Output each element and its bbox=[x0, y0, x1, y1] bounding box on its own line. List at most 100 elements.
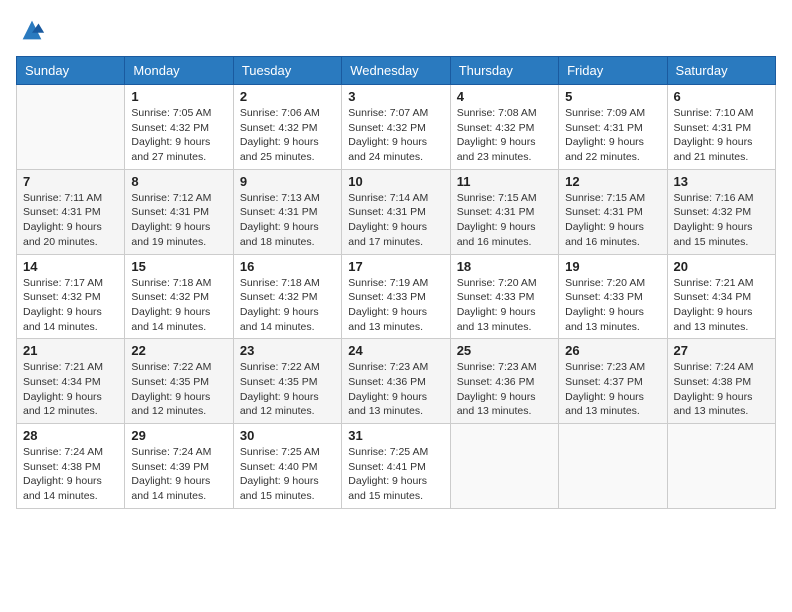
day-number: 7 bbox=[23, 174, 118, 189]
day-number: 30 bbox=[240, 428, 335, 443]
page-header bbox=[16, 16, 776, 44]
calendar-week-row: 1 Sunrise: 7:05 AMSunset: 4:32 PMDaylight… bbox=[17, 85, 776, 170]
day-info: Sunrise: 7:24 AMSunset: 4:38 PMDaylight:… bbox=[23, 445, 118, 504]
calendar-day-cell: 1 Sunrise: 7:05 AMSunset: 4:32 PMDaylight… bbox=[125, 85, 233, 170]
day-info: Sunrise: 7:08 AMSunset: 4:32 PMDaylight:… bbox=[457, 106, 552, 165]
calendar-day-cell: 8 Sunrise: 7:12 AMSunset: 4:31 PMDaylight… bbox=[125, 169, 233, 254]
day-info: Sunrise: 7:20 AMSunset: 4:33 PMDaylight:… bbox=[565, 276, 660, 335]
day-number: 4 bbox=[457, 89, 552, 104]
day-number: 13 bbox=[674, 174, 769, 189]
calendar-day-cell bbox=[450, 424, 558, 509]
column-header-tuesday: Tuesday bbox=[233, 57, 341, 85]
day-number: 2 bbox=[240, 89, 335, 104]
calendar-day-cell: 22 Sunrise: 7:22 AMSunset: 4:35 PMDayligh… bbox=[125, 339, 233, 424]
day-number: 25 bbox=[457, 343, 552, 358]
calendar-day-cell bbox=[667, 424, 775, 509]
day-info: Sunrise: 7:21 AMSunset: 4:34 PMDaylight:… bbox=[23, 360, 118, 419]
day-number: 15 bbox=[131, 259, 226, 274]
calendar-day-cell: 27Sunrise: 7:24 AMSunset: 4:38 PMDayligh… bbox=[667, 339, 775, 424]
day-number: 8 bbox=[131, 174, 226, 189]
calendar-day-cell: 31 Sunrise: 7:25 AMSunset: 4:41 PMDayligh… bbox=[342, 424, 450, 509]
day-number: 6 bbox=[674, 89, 769, 104]
day-number: 3 bbox=[348, 89, 443, 104]
day-number: 31 bbox=[348, 428, 443, 443]
calendar-day-cell bbox=[17, 85, 125, 170]
day-number: 12 bbox=[565, 174, 660, 189]
day-info: Sunrise: 7:13 AMSunset: 4:31 PMDaylight:… bbox=[240, 191, 335, 250]
calendar-day-cell: 24 Sunrise: 7:23 AMSunset: 4:36 PMDayligh… bbox=[342, 339, 450, 424]
day-number: 28 bbox=[23, 428, 118, 443]
day-number: 20 bbox=[674, 259, 769, 274]
calendar-day-cell: 6 Sunrise: 7:10 AMSunset: 4:31 PMDaylight… bbox=[667, 85, 775, 170]
day-number: 1 bbox=[131, 89, 226, 104]
day-number: 14 bbox=[23, 259, 118, 274]
calendar-day-cell: 15 Sunrise: 7:18 AMSunset: 4:32 PMDayligh… bbox=[125, 254, 233, 339]
calendar-day-cell: 29Sunrise: 7:24 AMSunset: 4:39 PMDayligh… bbox=[125, 424, 233, 509]
day-info: Sunrise: 7:24 AMSunset: 4:38 PMDaylight:… bbox=[674, 360, 769, 419]
column-header-thursday: Thursday bbox=[450, 57, 558, 85]
column-header-wednesday: Wednesday bbox=[342, 57, 450, 85]
day-info: Sunrise: 7:22 AMSunset: 4:35 PMDaylight:… bbox=[240, 360, 335, 419]
day-number: 5 bbox=[565, 89, 660, 104]
calendar-day-cell: 17 Sunrise: 7:19 AMSunset: 4:33 PMDayligh… bbox=[342, 254, 450, 339]
day-number: 18 bbox=[457, 259, 552, 274]
calendar-day-cell: 20 Sunrise: 7:21 AMSunset: 4:34 PMDayligh… bbox=[667, 254, 775, 339]
day-info: Sunrise: 7:25 AMSunset: 4:40 PMDaylight:… bbox=[240, 445, 335, 504]
day-info: Sunrise: 7:07 AMSunset: 4:32 PMDaylight:… bbox=[348, 106, 443, 165]
day-info: Sunrise: 7:25 AMSunset: 4:41 PMDaylight:… bbox=[348, 445, 443, 504]
day-info: Sunrise: 7:10 AMSunset: 4:31 PMDaylight:… bbox=[674, 106, 769, 165]
calendar-header-row: SundayMondayTuesdayWednesdayThursdayFrid… bbox=[17, 57, 776, 85]
day-number: 17 bbox=[348, 259, 443, 274]
day-info: Sunrise: 7:11 AMSunset: 4:31 PMDaylight:… bbox=[23, 191, 118, 250]
day-info: Sunrise: 7:18 AMSunset: 4:32 PMDaylight:… bbox=[131, 276, 226, 335]
column-header-monday: Monday bbox=[125, 57, 233, 85]
day-info: Sunrise: 7:21 AMSunset: 4:34 PMDaylight:… bbox=[674, 276, 769, 335]
calendar-day-cell: 13Sunrise: 7:16 AMSunset: 4:32 PMDayligh… bbox=[667, 169, 775, 254]
day-info: Sunrise: 7:15 AMSunset: 4:31 PMDaylight:… bbox=[457, 191, 552, 250]
calendar-day-cell: 30 Sunrise: 7:25 AMSunset: 4:40 PMDayligh… bbox=[233, 424, 341, 509]
calendar-day-cell bbox=[559, 424, 667, 509]
calendar-day-cell: 7 Sunrise: 7:11 AMSunset: 4:31 PMDaylight… bbox=[17, 169, 125, 254]
day-info: Sunrise: 7:12 AMSunset: 4:31 PMDaylight:… bbox=[131, 191, 226, 250]
day-info: Sunrise: 7:19 AMSunset: 4:33 PMDaylight:… bbox=[348, 276, 443, 335]
day-info: Sunrise: 7:22 AMSunset: 4:35 PMDaylight:… bbox=[131, 360, 226, 419]
calendar-day-cell: 2 Sunrise: 7:06 AMSunset: 4:32 PMDaylight… bbox=[233, 85, 341, 170]
column-header-sunday: Sunday bbox=[17, 57, 125, 85]
calendar-week-row: 7 Sunrise: 7:11 AMSunset: 4:31 PMDaylight… bbox=[17, 169, 776, 254]
day-info: Sunrise: 7:23 AMSunset: 4:36 PMDaylight:… bbox=[348, 360, 443, 419]
calendar-day-cell: 11 Sunrise: 7:15 AMSunset: 4:31 PMDayligh… bbox=[450, 169, 558, 254]
day-number: 9 bbox=[240, 174, 335, 189]
calendar-week-row: 21Sunrise: 7:21 AMSunset: 4:34 PMDayligh… bbox=[17, 339, 776, 424]
day-info: Sunrise: 7:23 AMSunset: 4:36 PMDaylight:… bbox=[457, 360, 552, 419]
calendar-day-cell: 23 Sunrise: 7:22 AMSunset: 4:35 PMDayligh… bbox=[233, 339, 341, 424]
day-info: Sunrise: 7:17 AMSunset: 4:32 PMDaylight:… bbox=[23, 276, 118, 335]
day-number: 11 bbox=[457, 174, 552, 189]
day-number: 10 bbox=[348, 174, 443, 189]
day-info: Sunrise: 7:05 AMSunset: 4:32 PMDaylight:… bbox=[131, 106, 226, 165]
day-number: 23 bbox=[240, 343, 335, 358]
calendar-day-cell: 26Sunrise: 7:23 AMSunset: 4:37 PMDayligh… bbox=[559, 339, 667, 424]
calendar-day-cell: 12Sunrise: 7:15 AMSunset: 4:31 PMDayligh… bbox=[559, 169, 667, 254]
calendar-day-cell: 18Sunrise: 7:20 AMSunset: 4:33 PMDayligh… bbox=[450, 254, 558, 339]
day-info: Sunrise: 7:09 AMSunset: 4:31 PMDaylight:… bbox=[565, 106, 660, 165]
logo-icon bbox=[18, 16, 46, 44]
column-header-saturday: Saturday bbox=[667, 57, 775, 85]
calendar-day-cell: 19 Sunrise: 7:20 AMSunset: 4:33 PMDayligh… bbox=[559, 254, 667, 339]
day-info: Sunrise: 7:18 AMSunset: 4:32 PMDaylight:… bbox=[240, 276, 335, 335]
calendar-day-cell: 4 Sunrise: 7:08 AMSunset: 4:32 PMDaylight… bbox=[450, 85, 558, 170]
calendar-week-row: 14 Sunrise: 7:17 AMSunset: 4:32 PMDayligh… bbox=[17, 254, 776, 339]
day-info: Sunrise: 7:06 AMSunset: 4:32 PMDaylight:… bbox=[240, 106, 335, 165]
column-header-friday: Friday bbox=[559, 57, 667, 85]
day-number: 24 bbox=[348, 343, 443, 358]
calendar-week-row: 28 Sunrise: 7:24 AMSunset: 4:38 PMDayligh… bbox=[17, 424, 776, 509]
day-number: 22 bbox=[131, 343, 226, 358]
logo bbox=[16, 16, 46, 44]
calendar-day-cell: 3 Sunrise: 7:07 AMSunset: 4:32 PMDaylight… bbox=[342, 85, 450, 170]
day-info: Sunrise: 7:24 AMSunset: 4:39 PMDaylight:… bbox=[131, 445, 226, 504]
day-number: 26 bbox=[565, 343, 660, 358]
calendar-day-cell: 25 Sunrise: 7:23 AMSunset: 4:36 PMDayligh… bbox=[450, 339, 558, 424]
calendar-table: SundayMondayTuesdayWednesdayThursdayFrid… bbox=[16, 56, 776, 509]
calendar-day-cell: 10Sunrise: 7:14 AMSunset: 4:31 PMDayligh… bbox=[342, 169, 450, 254]
day-number: 19 bbox=[565, 259, 660, 274]
calendar-day-cell: 21Sunrise: 7:21 AMSunset: 4:34 PMDayligh… bbox=[17, 339, 125, 424]
